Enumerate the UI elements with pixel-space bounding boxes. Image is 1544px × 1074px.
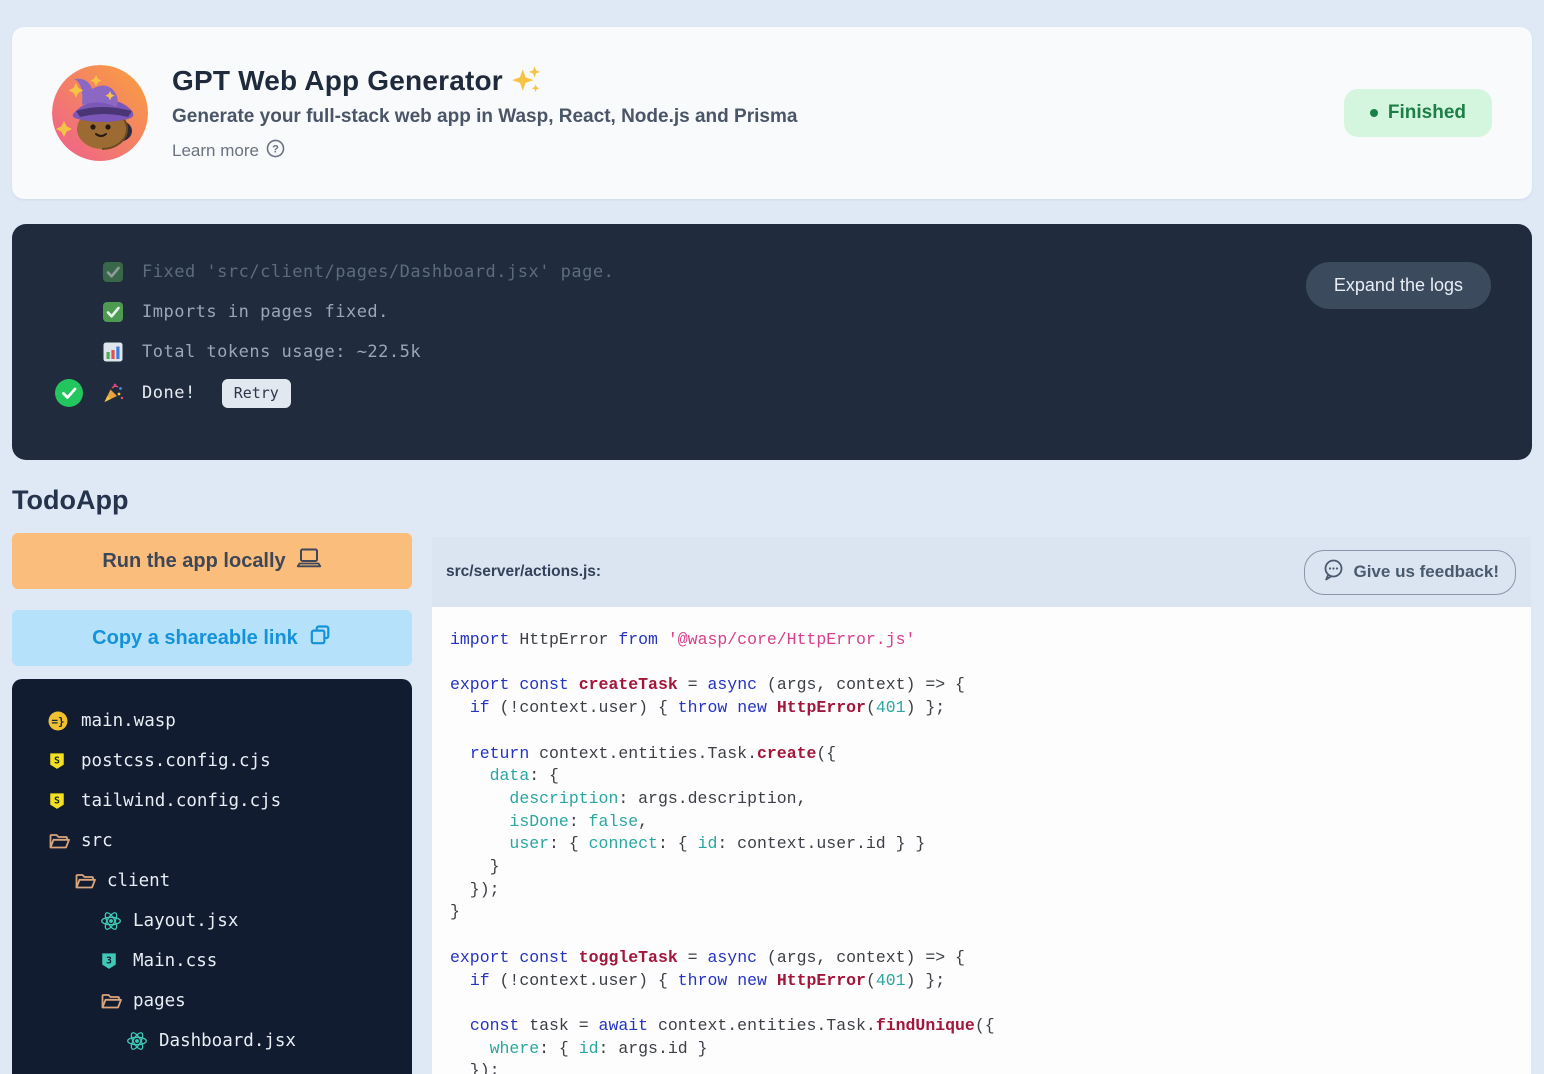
log-line: Done! Retry [55,372,1492,414]
laptop-icon [296,547,322,575]
file-tree: =}main.waspSpostcss.config.cjsStailwind.… [12,679,412,1074]
folder-open-icon [74,870,96,892]
svg-text:=}: =} [51,715,64,728]
file-tree-label: Dashboard.jsx [159,1031,296,1051]
log-line: Imports in pages fixed. [55,292,1492,332]
file-tree-item-postcss-config-cjs[interactable]: Spostcss.config.cjs [12,741,400,781]
code-content: import HttpError from '@wasp/core/HttpEr… [450,630,1123,1074]
file-tree-item-dashboard-jsx[interactable]: Dashboard.jsx [12,1021,400,1061]
bar-chart-icon [102,341,124,363]
speech-bubble-icon [1321,558,1345,587]
expand-logs-button[interactable]: Expand the logs [1306,262,1491,309]
retry-button[interactable]: Retry [222,379,291,408]
wasp-file-icon: =} [48,711,68,731]
run-app-locally-button[interactable]: Run the app locally [12,533,412,589]
log-lines: Fixed 'src/client/pages/Dashboard.jsx' p… [55,252,1492,414]
log-line-text: Fixed 'src/client/pages/Dashboard.jsx' p… [142,262,614,282]
svg-text:S: S [54,756,60,767]
code-scroll-area[interactable]: import HttpError from '@wasp/core/HttpEr… [432,607,1531,1074]
file-tree-label: Main.css [133,951,217,971]
log-line-text: Imports in pages fixed. [142,302,389,322]
css-file-icon: 3 [100,952,118,970]
file-tree-item-src[interactable]: src [12,821,400,861]
give-feedback-button[interactable]: Give us feedback! [1304,550,1516,595]
svg-text:3: 3 [106,956,112,967]
react-file-icon [126,1030,148,1052]
file-tree-item-main-css[interactable]: 3 Main.css [12,941,400,981]
status-dot [1370,109,1378,117]
folder-open-icon [48,830,70,852]
status-badge: Finished [1344,89,1492,137]
sidebar: Run the app locally Copy a shareable lin… [12,533,412,1074]
file-tree-item-tailwind-config-cjs[interactable]: Stailwind.config.cjs [12,781,400,821]
page-title: GPT Web App Generator [172,65,503,97]
log-line-text: Total tokens usage: ~22.5k [142,342,421,362]
file-tree-label: tailwind.config.cjs [81,791,281,811]
learn-more-link[interactable]: Learn more ? [172,139,285,163]
file-tree-label: Layout.jsx [133,911,238,931]
question-circle-icon: ? [266,139,285,163]
header-card: GPT Web App Generator Generate your full… [12,27,1532,199]
config-file-icon: S [48,792,66,810]
log-line: Total tokens usage: ~22.5k [55,332,1492,372]
check-square-icon [102,301,124,323]
svg-text:S: S [54,796,60,807]
svg-text:?: ? [272,143,279,155]
code-filename: src/server/actions.js: [446,563,601,581]
copy-icon [308,623,332,653]
file-tree-item-main-wasp[interactable]: =} main.wasp [12,701,400,741]
main-content: Run the app locally Copy a shareable lin… [12,533,1531,1074]
file-tree-item-pages[interactable]: pages [12,981,400,1021]
log-line-text: Done! [142,383,196,403]
generation-log-panel: Fixed 'src/client/pages/Dashboard.jsx' p… [12,224,1532,460]
app-name-title: TodoApp [12,485,1544,516]
file-tree-label: main.wasp [81,711,176,731]
code-panel: src/server/actions.js: Give us feedback!… [432,537,1531,1074]
success-check-icon [55,379,83,407]
sparkles-icon [511,64,541,99]
check-square-icon [102,261,124,283]
file-tree-label: client [107,871,170,891]
wizard-bee-avatar [52,65,148,161]
file-tree-label: postcss.config.cjs [81,751,271,771]
log-line: Fixed 'src/client/pages/Dashboard.jsx' p… [55,252,1492,292]
file-tree-label: pages [133,991,186,1011]
config-file-icon: S [48,752,66,770]
copy-shareable-link-button[interactable]: Copy a shareable link [12,610,412,666]
file-tree-label: src [81,831,113,851]
file-tree-item-layout-jsx[interactable]: Layout.jsx [12,901,400,941]
react-file-icon [100,910,122,932]
folder-open-icon [100,990,122,1012]
file-tree-item-client[interactable]: client [12,861,400,901]
page-subtitle: Generate your full-stack web app in Wasp… [172,106,797,128]
code-header: src/server/actions.js: Give us feedback! [432,537,1531,607]
party-popper-icon [102,382,124,404]
